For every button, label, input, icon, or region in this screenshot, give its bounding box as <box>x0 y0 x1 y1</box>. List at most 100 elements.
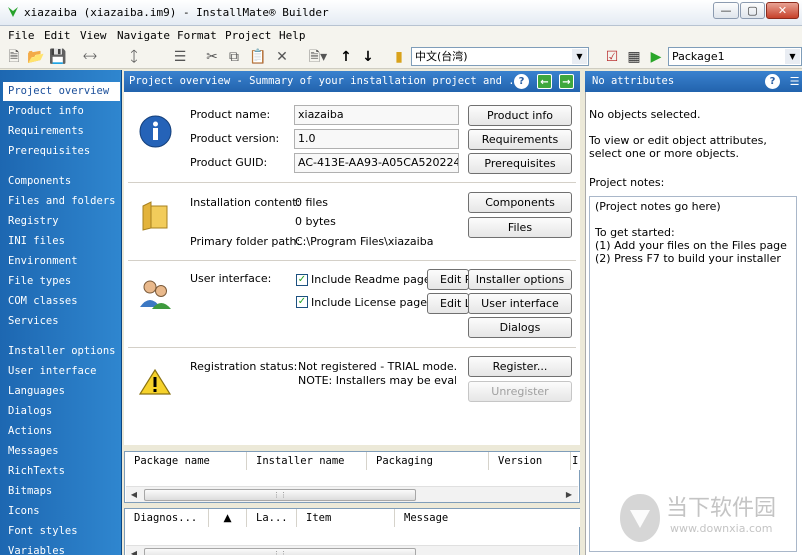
up-arrow-icon[interactable]: 🡙 <box>124 47 144 67</box>
sidebar-item-installer-options[interactable]: Installer options <box>3 342 120 361</box>
product-guid-field[interactable]: AC-413E-AA93-A05CA5202246} <box>294 153 459 173</box>
attributes-header-title: No attributes <box>592 75 674 87</box>
scroll-thumb[interactable]: ⋮⋮ <box>144 548 416 555</box>
menu-project[interactable]: Project <box>225 29 271 42</box>
open-folder-icon[interactable]: 📂 <box>26 47 46 67</box>
product-version-field[interactable]: 1.0 <box>294 129 459 149</box>
edit-license-button[interactable]: Edit L <box>427 293 469 314</box>
cut-icon[interactable]: ✂ <box>202 47 222 67</box>
sidebar-item-environment[interactable]: Environment <box>3 252 120 271</box>
delete-icon[interactable]: ✕ <box>272 47 292 67</box>
sidebar-item-dialogs[interactable]: Dialogs <box>3 402 120 421</box>
requirements-button[interactable]: Requirements <box>468 129 572 150</box>
new-file-icon[interactable]: 🗎 <box>4 47 24 67</box>
back-arrow-icon[interactable]: 🡘 <box>80 47 100 67</box>
checklist-icon[interactable]: ☑ <box>602 47 622 67</box>
sort-ascending-icon[interactable]: ▲ <box>209 509 247 527</box>
sidebar-item-services[interactable]: Services <box>3 312 120 331</box>
column-diagnostic[interactable]: Diagnos... <box>125 509 209 527</box>
include-license-checkbox[interactable]: ✓ <box>296 296 308 308</box>
sidebar-item-actions[interactable]: Actions <box>3 422 120 441</box>
properties-icon[interactable]: ☰ <box>170 47 190 67</box>
sidebar-item-font-styles[interactable]: Font styles <box>3 522 120 541</box>
sidebar-item-files-and-folders[interactable]: Files and folders <box>3 192 120 211</box>
down-arrow-icon[interactable]: 🡛 <box>146 47 166 67</box>
sidebar-item-languages[interactable]: Languages <box>3 382 120 401</box>
column-version[interactable]: Version <box>489 452 571 470</box>
menu-navigate[interactable]: Navigate <box>117 29 170 42</box>
folder-icon[interactable]: ▮ <box>389 47 409 67</box>
installer-options-button[interactable]: Installer options <box>468 269 572 290</box>
sidebar-item-icons[interactable]: Icons <box>3 502 120 521</box>
product-info-button[interactable]: Product info <box>468 105 572 126</box>
column-item[interactable]: Item <box>297 509 395 527</box>
product-name-field[interactable]: xiazaiba <box>294 105 459 125</box>
move-up-icon[interactable]: ↑ <box>336 47 356 67</box>
sidebar-item-variables[interactable]: Variables <box>3 542 120 555</box>
sidebar-item-messages[interactable]: Messages <box>3 442 120 461</box>
registration-status-value: Not registered - TRIAL mode. <box>298 360 456 373</box>
back-nav-icon[interactable]: ← <box>537 74 552 89</box>
copy-icon[interactable]: ⧉ <box>224 47 244 67</box>
scroll-left-icon[interactable]: ◀ <box>128 489 140 501</box>
maximize-button[interactable]: ▢ <box>740 2 765 19</box>
packages-list[interactable]: Package name Installer name Packaging Ve… <box>124 451 580 503</box>
scroll-right-icon[interactable]: ▶ <box>563 489 575 501</box>
sidebar-item-com-classes[interactable]: COM classes <box>3 292 120 311</box>
edit-readme-button[interactable]: Edit R <box>427 269 469 290</box>
sidebar-item-requirements[interactable]: Requirements <box>3 122 120 141</box>
primary-folder-label: Primary folder path: <box>190 235 300 248</box>
sidebar-item-file-types[interactable]: File types <box>3 272 120 291</box>
downxia-watermark: 当下软件园 www.downxia.com <box>618 488 802 555</box>
messages-horizontal-scrollbar[interactable]: ◀ ⋮⋮ <box>126 545 578 555</box>
sidebar-item-richtexts[interactable]: RichTexts <box>3 462 120 481</box>
panel-menu-icon[interactable]: ☰ <box>787 74 802 89</box>
components-button[interactable]: Components <box>468 192 572 213</box>
package-select[interactable]: Package1 ▼ <box>668 47 802 66</box>
unregister-button: Unregister <box>468 381 572 402</box>
toolbar: 🗎 📂 💾 🡘 🡚 🡙 🡛 ☰ ✂ ⧉ 📋 ✕ 🗎▾ ↑ ↓ ▮ 中文(台湾) … <box>0 45 802 69</box>
menu-help[interactable]: Help <box>279 29 306 42</box>
forward-arrow-icon[interactable]: 🡚 <box>102 47 122 67</box>
menu-file[interactable]: File <box>8 29 35 42</box>
scroll-left-icon[interactable]: ◀ <box>128 548 140 555</box>
sidebar-item-user-interface[interactable]: User interface <box>3 362 120 381</box>
column-message[interactable]: Message <box>395 509 580 527</box>
move-down-icon[interactable]: ↓ <box>358 47 378 67</box>
sidebar-item-product-info[interactable]: Product info <box>3 102 120 121</box>
sidebar-item-components[interactable]: Components <box>3 172 120 191</box>
sidebar-item-project-overview[interactable]: Project overview <box>3 82 120 101</box>
minimize-button[interactable]: — <box>713 2 739 19</box>
column-packaging[interactable]: Packaging <box>367 452 489 470</box>
menu-view[interactable]: View <box>80 29 107 42</box>
prerequisites-button[interactable]: Prerequisites <box>468 153 572 174</box>
sidebar-item-bitmaps[interactable]: Bitmaps <box>3 482 120 501</box>
build-calendar-icon[interactable]: ▦ <box>624 47 644 67</box>
sidebar-item-prerequisites[interactable]: Prerequisites <box>3 142 120 161</box>
help-icon[interactable]: ? <box>765 74 780 89</box>
close-button[interactable]: ✕ <box>766 2 799 19</box>
menu-edit[interactable]: Edit <box>44 29 71 42</box>
column-installer-name[interactable]: Installer name <box>247 452 367 470</box>
user-interface-button[interactable]: User interface <box>468 293 572 314</box>
help-icon[interactable]: ? <box>514 74 529 89</box>
register-button[interactable]: Register... <box>468 356 572 377</box>
sidebar-item-registry[interactable]: Registry <box>3 212 120 231</box>
column-package-name[interactable]: Package name <box>125 452 247 470</box>
files-button[interactable]: Files <box>468 217 572 238</box>
paste-icon[interactable]: 📋 <box>248 47 268 67</box>
new-item-dropdown-icon[interactable]: 🗎▾ <box>304 47 332 67</box>
messages-list[interactable]: Diagnos... ▲ La... Item Message ◀ ⋮⋮ <box>124 508 580 555</box>
column-language[interactable]: La... <box>247 509 297 527</box>
language-select[interactable]: 中文(台湾) ▼ <box>411 47 589 66</box>
menu-format[interactable]: Format <box>177 29 217 42</box>
sidebar-item-ini-files[interactable]: INI files <box>3 232 120 251</box>
scroll-thumb[interactable]: ⋮⋮ <box>144 489 416 501</box>
forward-nav-icon[interactable]: → <box>559 74 574 89</box>
run-play-icon[interactable]: ▶ <box>646 47 666 67</box>
save-icon[interactable]: 💾 <box>48 47 68 67</box>
dialogs-button[interactable]: Dialogs <box>468 317 572 338</box>
include-readme-checkbox[interactable]: ✓ <box>296 274 308 286</box>
column-truncated[interactable]: I <box>571 452 580 470</box>
packages-horizontal-scrollbar[interactable]: ◀ ⋮⋮ ▶ <box>126 486 578 502</box>
